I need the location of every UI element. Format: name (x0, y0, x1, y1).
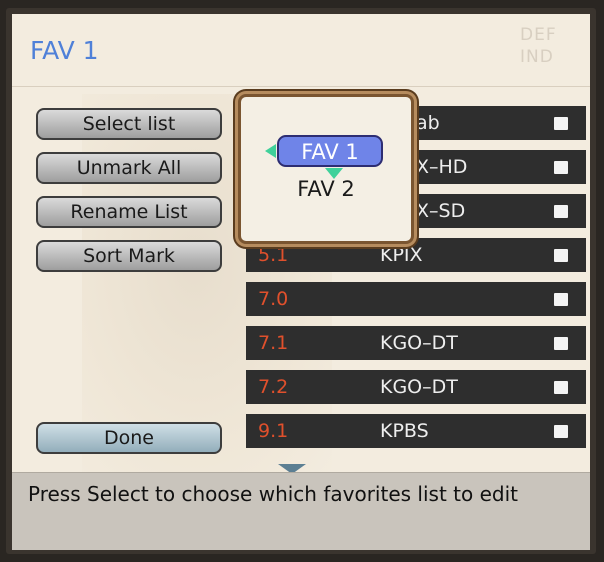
channel-name: X–HD (416, 156, 468, 178)
mark-checkbox[interactable] (554, 249, 568, 262)
page-title: FAV 1 (30, 36, 99, 65)
channel-name: KGO–DT (380, 376, 458, 398)
channel-name: X–SD (416, 200, 466, 222)
help-bar: Press Select to choose which favorites l… (12, 472, 590, 550)
help-text: Press Select to choose which favorites l… (28, 482, 518, 506)
mark-checkbox[interactable] (554, 161, 568, 174)
selected-list-option[interactable]: FAV 1 (277, 135, 383, 167)
sort-mark-button[interactable]: Sort Mark (36, 240, 222, 272)
mark-checkbox[interactable] (554, 205, 568, 218)
select-list-button[interactable]: Select list (36, 108, 222, 140)
next-list-option[interactable]: FAV 2 (241, 177, 411, 201)
mark-checkbox[interactable] (554, 117, 568, 130)
mark-checkbox[interactable] (554, 425, 568, 438)
channel-name: ab (416, 112, 440, 134)
channel-row[interactable]: 7.1 KGO–DT (246, 326, 586, 360)
channel-name: KGO–DT (380, 332, 458, 354)
done-button[interactable]: Done (36, 422, 222, 454)
mark-checkbox[interactable] (554, 337, 568, 350)
title-divider (12, 86, 590, 87)
background-text: DEF IND (520, 25, 557, 67)
channel-number: 7.0 (258, 288, 289, 310)
mark-checkbox[interactable] (554, 293, 568, 306)
mark-checkbox[interactable] (554, 381, 568, 394)
channel-number: 5.1 (258, 244, 289, 266)
channel-name: KPBS (380, 420, 429, 442)
favorites-editor-panel: DEF IND FAV 1 Select list Unmark All Ren… (12, 14, 590, 550)
channel-number: 7.1 (258, 332, 289, 354)
channel-row[interactable]: 9.1 KPBS (246, 414, 586, 448)
rename-list-button[interactable]: Rename List (36, 196, 222, 228)
channel-row[interactable]: 7.0 (246, 282, 586, 316)
channel-number: 7.2 (258, 376, 289, 398)
left-arrow-icon (265, 144, 276, 158)
channel-name: KPIX (380, 244, 423, 266)
channel-row[interactable]: 7.2 KGO–DT (246, 370, 586, 404)
channel-number: 9.1 (258, 420, 289, 442)
favorites-list-selector[interactable]: FAV 1 FAV 2 (238, 94, 414, 244)
unmark-all-button[interactable]: Unmark All (36, 152, 222, 184)
